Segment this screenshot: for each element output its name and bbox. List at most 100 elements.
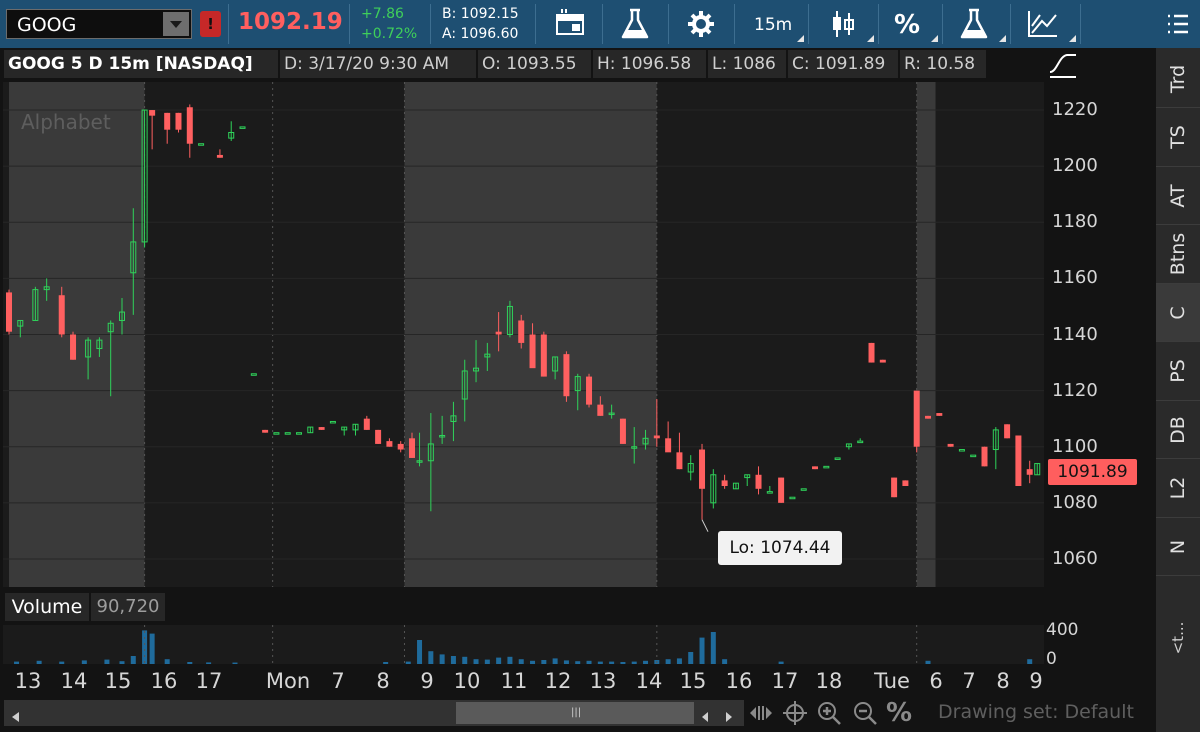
candle-body: [563, 354, 570, 397]
volume-bar: [428, 651, 434, 664]
candle-body: [981, 446, 988, 467]
candle-body: [676, 452, 683, 470]
time-axis-label: 7: [962, 669, 976, 693]
horizontal-scrollbar[interactable]: |||: [4, 700, 744, 726]
right-tab-n[interactable]: N: [1156, 518, 1200, 576]
price-axis-label: 1200: [1052, 155, 1098, 177]
percent-icon[interactable]: %: [886, 698, 912, 728]
time-axis-label: 14: [60, 669, 88, 693]
toolbar-divider: [1010, 4, 1011, 44]
candle-down: [981, 446, 988, 467]
scroll-prev-arrow[interactable]: [702, 712, 708, 722]
percent-icon: %: [894, 10, 921, 40]
right-tab-label: Btns: [1167, 232, 1189, 276]
candle-body: [70, 334, 77, 360]
price-axis-label: 1220: [1052, 99, 1098, 121]
info-close: C: 1091.89: [788, 50, 898, 78]
chart-type-button[interactable]: [810, 4, 876, 44]
info-date: D: 3/17/20 9:30 AM: [280, 50, 476, 78]
time-axis-label: 8: [996, 669, 1010, 693]
zoom-out-icon[interactable]: [852, 700, 878, 726]
toolbar-divider: [349, 4, 350, 44]
time-axis[interactable]: 13 14 15 16 17 Mon 7 8 9 10 11 12 13 14 15 16 17 18 Tue 6 7 8…: [0, 664, 1044, 696]
candle-body: [529, 334, 536, 369]
volume-chart[interactable]: [3, 625, 1044, 664]
time-axis-label: 14: [635, 669, 663, 693]
volume-bars: [14, 625, 1033, 664]
candle-body: [262, 429, 269, 433]
right-tab-at[interactable]: AT: [1156, 167, 1200, 225]
chart-title: GOOG 5 D 15m [NASDAQ]: [4, 50, 278, 78]
candle-body: [363, 418, 370, 430]
time-axis-label: Tue: [874, 669, 910, 693]
candle-body: [540, 334, 547, 377]
bid-price: B: 1092.15: [442, 6, 519, 22]
right-tab-ps[interactable]: PS: [1156, 343, 1200, 401]
study-quick-button[interactable]: [944, 4, 1008, 44]
candle-chart-icon: [833, 11, 854, 37]
scroll-left-arrow[interactable]: [12, 712, 19, 722]
scrollbar-thumb[interactable]: |||: [456, 702, 694, 724]
aggregation-label: 15m: [754, 15, 793, 35]
grip-icon: |||: [571, 707, 582, 718]
symbol-selector[interactable]: GOOG: [6, 9, 192, 39]
candle-down: [70, 331, 77, 360]
time-axis-label: 9: [1029, 669, 1043, 693]
info-open: O: 1093.55: [478, 50, 591, 78]
volume-bar: [699, 637, 705, 664]
drawing-set-label[interactable]: Drawing set: Default: [938, 701, 1134, 723]
study-wave-button[interactable]: [1047, 50, 1083, 80]
candle-body: [186, 107, 193, 144]
last-price: 1092.19: [238, 9, 343, 35]
right-tab-label: AT: [1167, 183, 1189, 208]
style-button[interactable]: [540, 4, 600, 44]
time-axis-label: 8: [376, 669, 390, 693]
scroll-next-arrow[interactable]: [726, 712, 732, 722]
volume-value: 90,720: [91, 593, 165, 621]
aggregation-button[interactable]: 15m: [736, 4, 806, 44]
price-chart[interactable]: Alphabet: [3, 82, 1044, 587]
symbol-dropdown-button[interactable]: [163, 12, 189, 36]
net-change: +7.86: [361, 6, 404, 22]
right-tab-label: TS: [1167, 125, 1189, 149]
menu-button[interactable]: [1156, 0, 1200, 48]
expand-time-icon[interactable]: [748, 700, 774, 726]
right-tab-btns[interactable]: Btns: [1156, 226, 1200, 284]
right-tab-l2[interactable]: L2: [1156, 460, 1200, 518]
time-axis-label: 16: [150, 669, 178, 693]
right-tab-more[interactable]: <t...: [1156, 608, 1200, 668]
alert-badge[interactable]: !: [200, 11, 221, 37]
studies-button[interactable]: [604, 4, 666, 44]
time-axis-label: 18: [815, 669, 843, 693]
candle-body: [6, 292, 12, 332]
right-tab-ts[interactable]: TS: [1156, 109, 1200, 167]
settings-button[interactable]: [670, 4, 732, 44]
volume-bar: [149, 633, 155, 664]
percent-view-button[interactable]: %: [880, 4, 940, 44]
right-tab-trd[interactable]: Trd: [1156, 50, 1200, 108]
crosshair-icon[interactable]: [782, 700, 808, 726]
zoom-in-icon[interactable]: [816, 700, 842, 726]
price-axis-label: 1160: [1052, 267, 1098, 289]
time-axis-label: 13: [589, 669, 617, 693]
candle-body: [958, 449, 965, 452]
candle-down: [262, 429, 269, 433]
candle-down: [925, 415, 932, 419]
candle-body: [812, 466, 819, 470]
candle-body: [586, 376, 593, 405]
volume-bar: [142, 630, 148, 664]
candle-body: [375, 429, 382, 444]
candle-body: [755, 474, 762, 489]
right-tab-c[interactable]: C: [1156, 284, 1200, 342]
candle-body: [936, 413, 943, 416]
toolbar-divider: [602, 4, 603, 44]
candle-down: [540, 331, 547, 377]
right-tab-db[interactable]: DB: [1156, 401, 1200, 459]
drawings-button[interactable]: [1012, 4, 1078, 44]
symbol-text[interactable]: GOOG: [17, 14, 76, 36]
volume-axis-label-zero: 0: [1046, 649, 1057, 669]
candle-body: [1004, 424, 1011, 439]
scroll-row: ||| % Drawing set: Default: [0, 696, 1156, 732]
candle-down: [868, 342, 875, 363]
price-axis[interactable]: 1220 1200 1180 1160 1140 1120 1100 1080 1060: [1044, 82, 1156, 587]
